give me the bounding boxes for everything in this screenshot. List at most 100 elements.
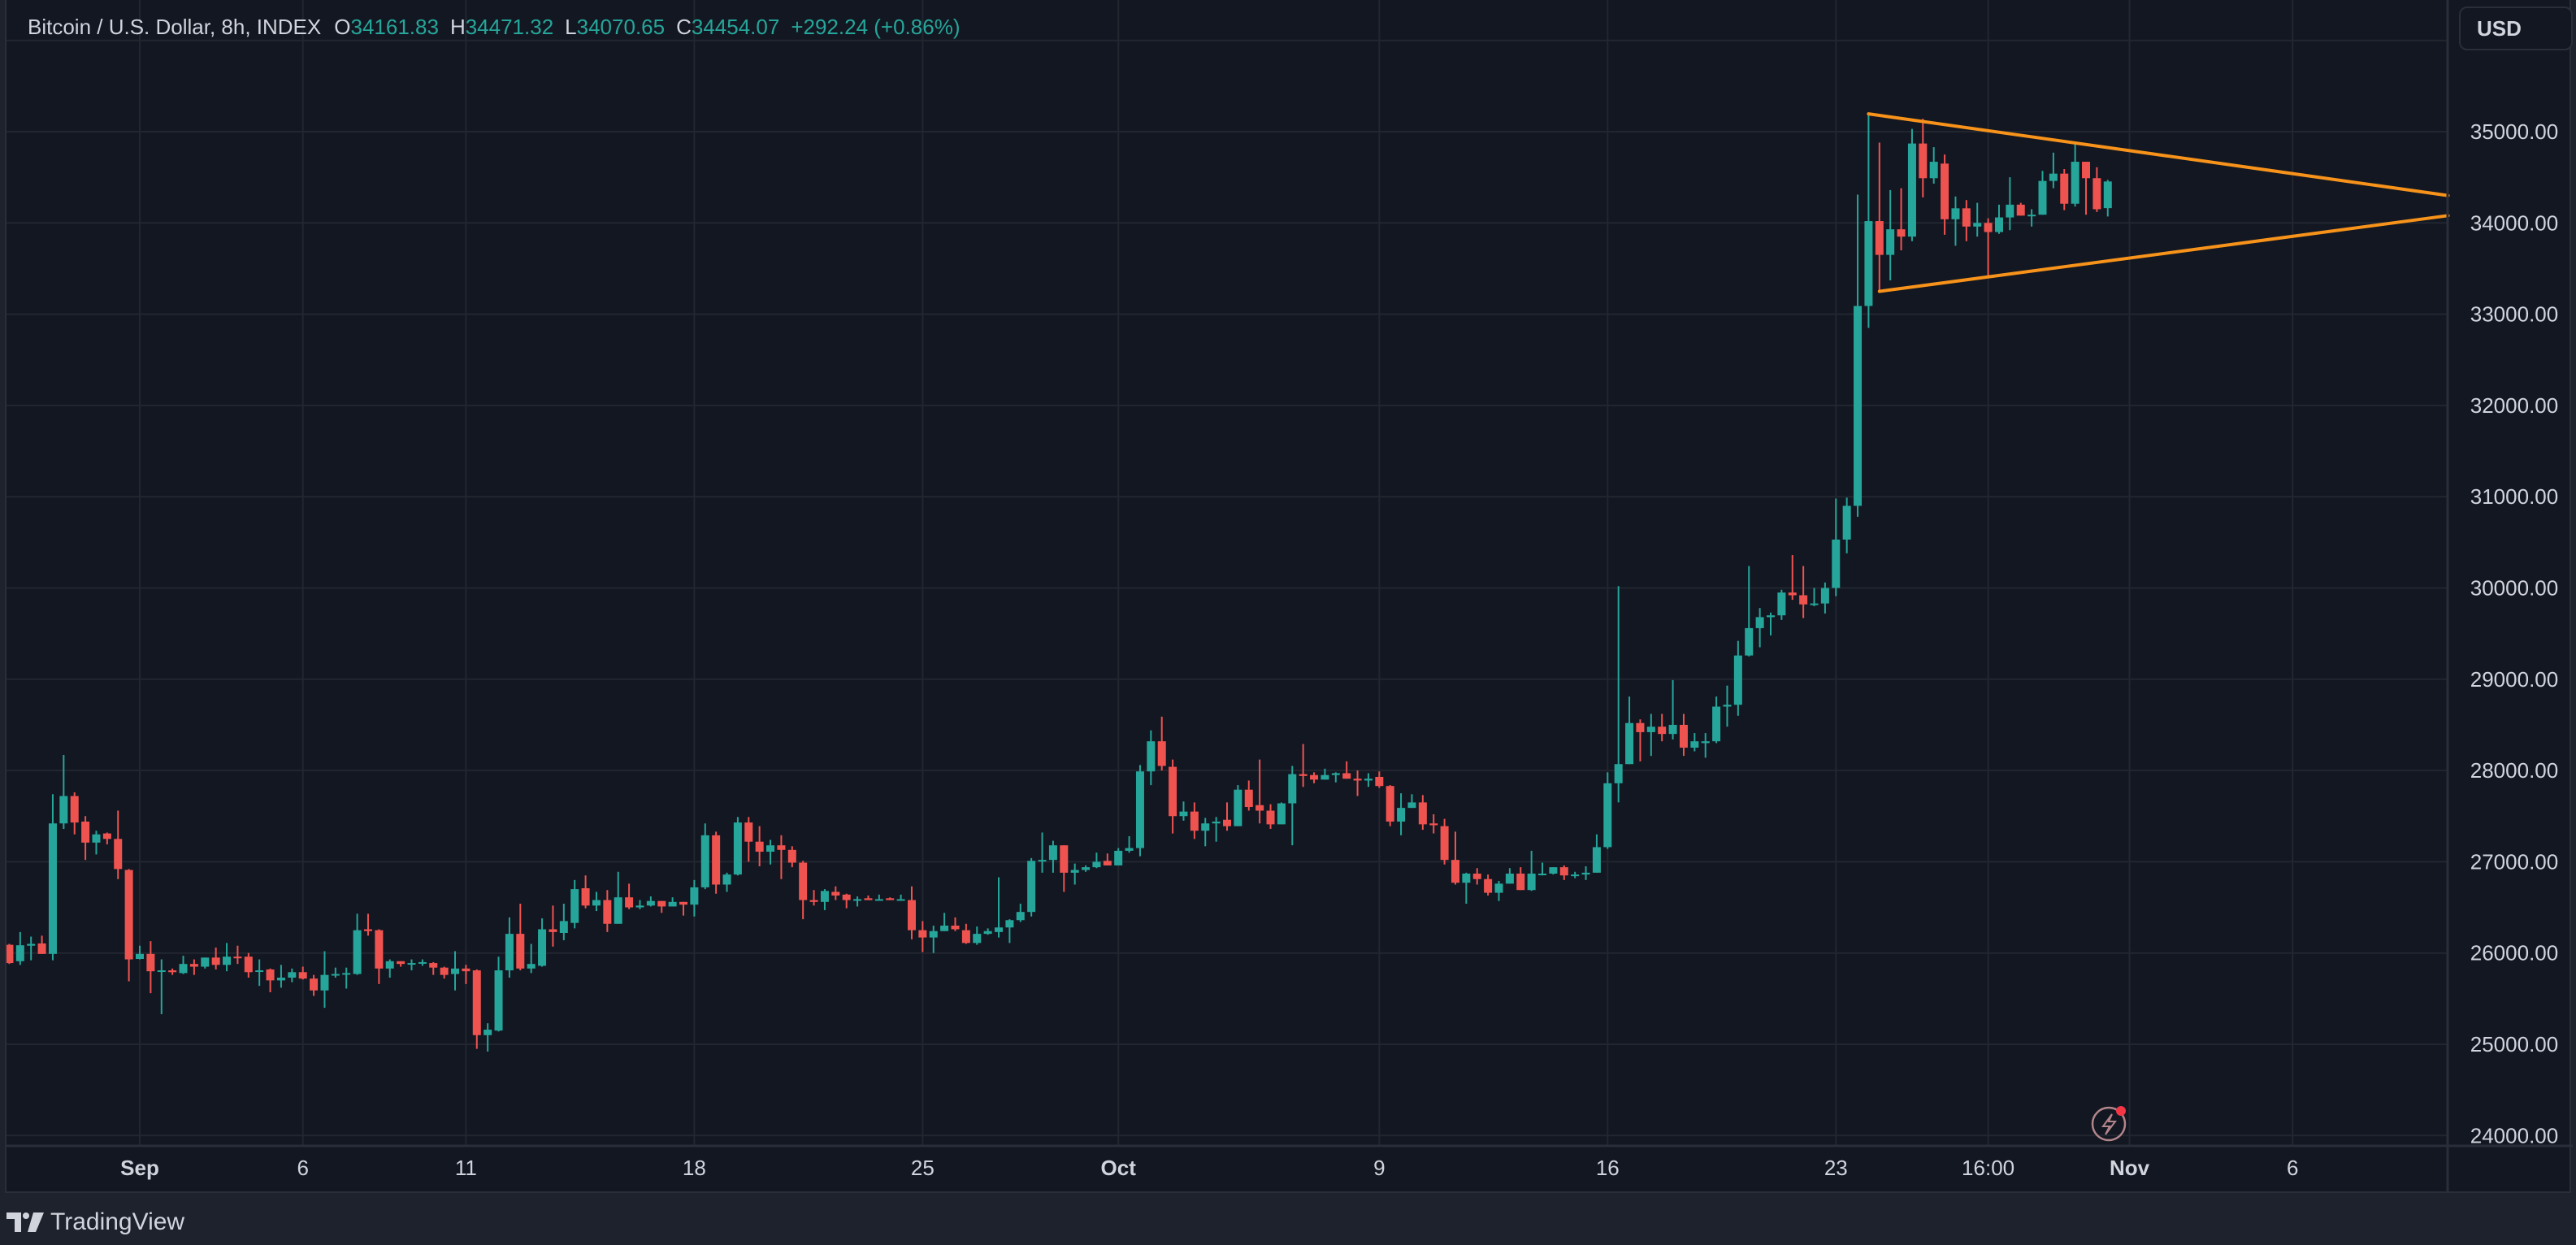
candle-body [1984, 223, 1993, 232]
candle [1777, 589, 1786, 620]
candle-body [1364, 779, 1373, 781]
candle [929, 926, 938, 953]
candle-body [1614, 764, 1623, 783]
candle [429, 961, 438, 975]
candle [603, 890, 612, 932]
candle-body [37, 943, 46, 954]
candle-body [918, 930, 927, 938]
candle [1581, 866, 1590, 880]
candle-body [2027, 215, 2036, 217]
candle-body [1625, 722, 1634, 765]
candle [2049, 152, 2058, 189]
candle [1038, 832, 1047, 873]
candle-body [2071, 162, 2079, 204]
candle-body [1244, 789, 1253, 808]
candle-body [102, 833, 111, 839]
candle [1679, 714, 1688, 757]
candle [484, 1023, 492, 1052]
candle [1440, 818, 1449, 865]
candle-body [1777, 592, 1786, 616]
candles [7, 113, 2112, 1052]
candle [157, 959, 166, 1014]
candle-body [853, 899, 862, 901]
time-tick-label: 18 [683, 1156, 706, 1180]
candle [1668, 679, 1677, 740]
candle-body [1875, 221, 1884, 255]
candle [1364, 773, 1373, 787]
candle [1157, 716, 1166, 771]
candle [1723, 685, 1732, 727]
candle-body [896, 899, 905, 901]
price-tick-label: 29000.00 [2470, 667, 2558, 692]
candle-body [549, 929, 557, 932]
candle-body [233, 957, 242, 959]
candle-body [310, 978, 319, 991]
candle [1135, 765, 1144, 857]
candle-body [1505, 873, 1514, 884]
candle [1755, 608, 1764, 648]
candle-body [961, 930, 970, 944]
candle-body [211, 957, 220, 965]
candle-body [1549, 867, 1558, 874]
candle [2016, 202, 2025, 216]
candle [1864, 113, 1873, 328]
candle [1386, 785, 1394, 826]
candle [211, 947, 220, 970]
candle [668, 897, 677, 907]
time-tick-label: 23 [1824, 1156, 1848, 1180]
candle-body [603, 900, 612, 924]
candlestick-chart[interactable]: 24000.00 25000.00 26000.00 27000.00 28000.00… [7, 0, 2573, 1193]
chart-panel[interactable]: 24000.00 25000.00 26000.00 27000.00 28000.00… [5, 0, 2573, 1193]
time-tick-label: Sep [120, 1156, 159, 1180]
candle-body [1277, 803, 1286, 825]
candle-body [1668, 724, 1677, 735]
candle-body [1745, 627, 1754, 656]
tradingview-brand[interactable]: TradingView [50, 1208, 184, 1236]
candle-body [472, 970, 481, 1035]
candle [320, 951, 329, 1009]
candle [2103, 180, 2112, 217]
candle-body [179, 964, 188, 974]
candle-body [1005, 920, 1014, 928]
candle-body [418, 961, 427, 964]
high-label: H [449, 15, 466, 39]
candle [15, 931, 24, 965]
candle [874, 894, 883, 901]
candle-body [1832, 539, 1841, 588]
open-label: O [334, 15, 351, 39]
candle [787, 846, 796, 868]
candle [1484, 874, 1493, 896]
candle-body [1179, 811, 1188, 817]
candle [1190, 802, 1199, 839]
candle [1516, 867, 1525, 891]
candle [440, 966, 449, 979]
candle [1505, 868, 1514, 884]
price-tick-label: 31000.00 [2470, 484, 2558, 509]
close-value: 34454.07 [691, 15, 780, 39]
candle-body [114, 839, 123, 870]
candle-body [1070, 870, 1079, 873]
candle-body [1418, 802, 1427, 825]
candle-body [527, 964, 536, 969]
candle [342, 967, 351, 989]
candle-body [744, 822, 753, 842]
time-tick-label: Nov [2110, 1156, 2150, 1180]
price-tick-label: 28000.00 [2470, 758, 2558, 783]
time-tick-label: Oct [1101, 1156, 1137, 1180]
candle [831, 886, 840, 900]
candle [1527, 850, 1536, 891]
candle [1310, 772, 1319, 783]
candle [722, 872, 731, 892]
candle [744, 817, 753, 862]
candle [1451, 831, 1459, 885]
candle [363, 913, 372, 936]
currency-button[interactable]: USD [2459, 7, 2573, 50]
candle-body [1027, 861, 1036, 913]
candle [1407, 794, 1416, 809]
candle [233, 945, 242, 965]
symbol-title[interactable]: Bitcoin / U.S. Dollar, 8h, INDEX [28, 15, 321, 40]
candle [179, 956, 188, 974]
candle [1919, 119, 1928, 197]
candle [940, 913, 949, 931]
candle [276, 965, 285, 988]
